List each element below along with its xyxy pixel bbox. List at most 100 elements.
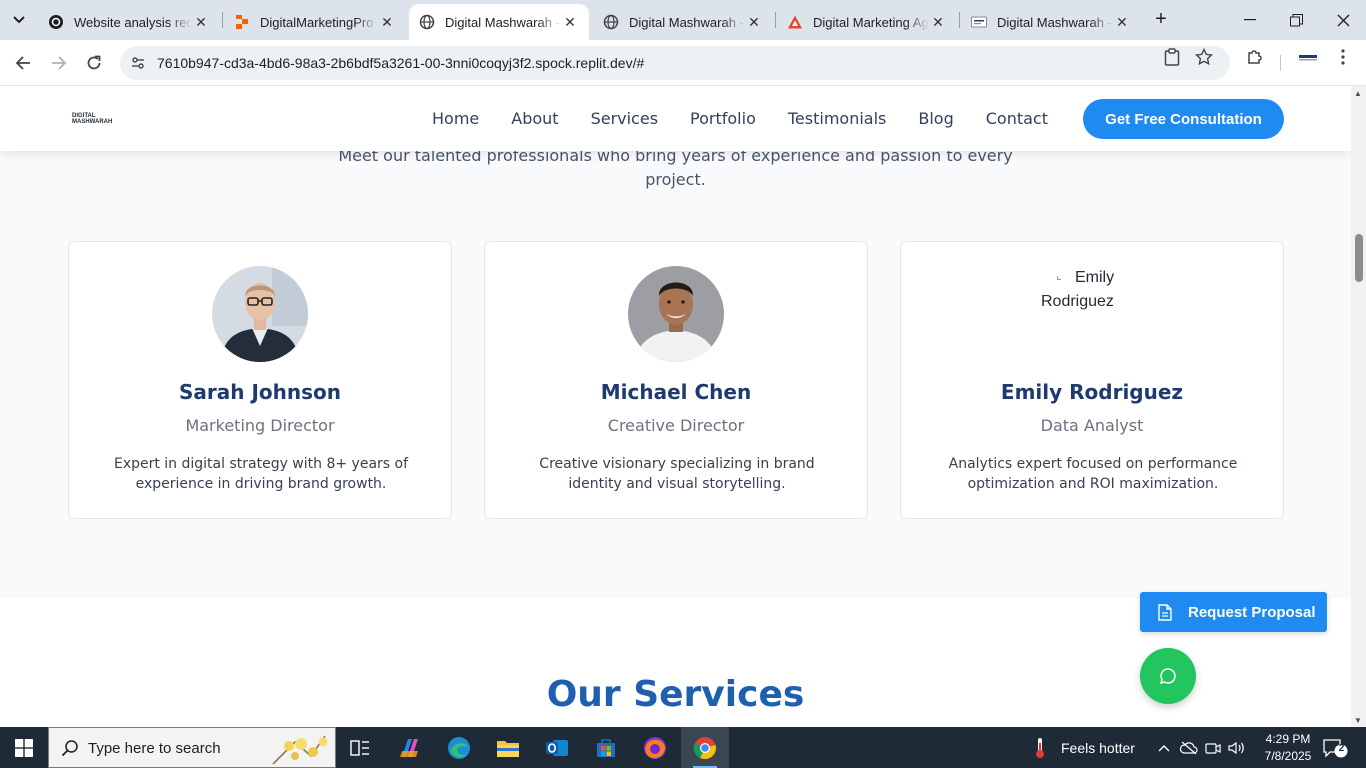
tab-title: Digital Mashwarah - l: [629, 14, 745, 30]
broken-image-alt: Emily Rodriguez: [1041, 266, 1143, 314]
close-icon[interactable]: ✕: [745, 13, 763, 31]
scroll-down-arrow-icon[interactable]: ▼: [1354, 716, 1362, 725]
team-intro-paragraph: Meet our talented professionals who brin…: [338, 146, 1013, 189]
weather-text[interactable]: Feels hotter: [1061, 740, 1135, 756]
nav-home[interactable]: Home: [432, 106, 479, 132]
team-member-name: Emily Rodriguez: [1000, 380, 1184, 404]
image-alt-text: Emily Rodriguez: [1041, 269, 1115, 310]
tab-title: Digital Mashwarah – l: [997, 14, 1113, 30]
chat-bubble-icon: [1159, 668, 1176, 685]
get-free-consultation-button[interactable]: Get Free Consultation: [1083, 99, 1284, 139]
request-proposal-label: Request Proposal: [1188, 603, 1316, 621]
browser-tab[interactable]: Digital Mashwarah - l ✕: [593, 4, 773, 40]
globe-icon: [419, 14, 435, 30]
window-close-icon[interactable]: [1320, 0, 1366, 40]
browser-tab-strip: Website analysis requ ✕ DigitalMarketing…: [0, 0, 1366, 40]
restore-icon[interactable]: [1273, 0, 1319, 40]
scroll-thumb[interactable]: [1355, 234, 1363, 282]
close-icon[interactable]: ✕: [1113, 13, 1131, 31]
nav-blog[interactable]: Blog: [918, 106, 953, 132]
site-settings-icon[interactable]: [128, 53, 148, 73]
scroll-up-arrow-icon[interactable]: ▲: [1354, 89, 1362, 98]
tab-title: Website analysis requ: [74, 14, 192, 30]
page-scrollbar[interactable]: ▲ ▼: [1351, 86, 1366, 727]
new-tab-plus-icon[interactable]: +: [1150, 9, 1172, 31]
browser-tab-active[interactable]: Digital Mashwarah - l ✕: [409, 4, 589, 40]
team-member-photo: [212, 266, 308, 362]
windows-start-icon[interactable]: [0, 727, 48, 768]
windows-taskbar: Type here to search Feels hotter 4:29 PM…: [0, 727, 1366, 768]
broken-image-icon: [1057, 275, 1061, 280]
openai-icon: [48, 14, 64, 30]
team-member-name: Michael Chen: [600, 380, 752, 404]
browser-tab[interactable]: Digital Marketing Ag ✕: [777, 4, 957, 40]
team-intro-text: Meet our talented professionals who brin…: [0, 144, 1351, 192]
nav-testimonials[interactable]: Testimonials: [788, 106, 887, 132]
team-card: Sarah Johnson Marketing Director Expert …: [68, 241, 452, 519]
site-logo[interactable]: DIGITAL MASHWARAH: [70, 112, 112, 126]
microsoft-store-icon[interactable]: [582, 727, 630, 768]
taskbar-clock[interactable]: 4:29 PM 7/8/2025: [1256, 731, 1320, 765]
nav-about[interactable]: About: [511, 106, 558, 132]
chat-button[interactable]: [1140, 648, 1196, 704]
chrome-icon[interactable]: [681, 727, 729, 768]
meet-now-camera-icon[interactable]: [1204, 739, 1222, 757]
close-icon[interactable]: ✕: [192, 13, 210, 31]
tab-title: Digital Mashwarah - l: [445, 14, 561, 30]
browser-tab[interactable]: Website analysis requ ✕: [38, 4, 220, 40]
site-logo-icon: [971, 14, 987, 30]
task-view-icon[interactable]: [336, 727, 384, 768]
nav-portfolio[interactable]: Portfolio: [690, 106, 756, 132]
browser-menu-icon[interactable]: [1333, 47, 1353, 67]
globe-icon: [603, 14, 619, 30]
close-icon[interactable]: ✕: [378, 13, 396, 31]
notification-center-icon[interactable]: 2: [1322, 738, 1348, 758]
browser-tab[interactable]: DigitalMarketingPro - ✕: [224, 4, 406, 40]
team-member-bio: Analytics expert focused on performance …: [948, 456, 1238, 492]
notification-count-badge: 2: [1338, 743, 1345, 754]
outlook-icon[interactable]: [533, 727, 581, 768]
file-explorer-icon[interactable]: [484, 727, 532, 768]
volume-speaker-icon[interactable]: [1228, 739, 1246, 757]
bookmark-star-icon[interactable]: [1194, 47, 1214, 67]
show-hidden-icons-chevron-icon[interactable]: [1155, 739, 1173, 757]
address-bar[interactable]: 7610b947-cd3a-4bd6-98a3-2b6bdf5a3261-00-…: [120, 46, 1230, 80]
browser-tab[interactable]: Digital Mashwarah – l ✕: [961, 4, 1141, 40]
minimize-icon[interactable]: [1227, 0, 1273, 40]
back-arrow-icon[interactable]: [8, 48, 38, 78]
warning-icon: [787, 14, 803, 30]
thermometer-weather-icon[interactable]: [1032, 737, 1048, 759]
clock-date: 7/8/2025: [1264, 749, 1312, 763]
profile-avatar-icon[interactable]: [1296, 47, 1320, 67]
team-member-role: Marketing Director: [185, 416, 335, 435]
team-member-role: Data Analyst: [1040, 416, 1144, 435]
clock-time: 4:29 PM: [1265, 732, 1311, 746]
tab-divider: [775, 12, 776, 28]
url-text[interactable]: 7610b947-cd3a-4bd6-98a3-2b6bdf5a3261-00-…: [157, 55, 644, 71]
close-icon[interactable]: ✕: [929, 13, 947, 31]
main-nav: Home About Services Portfolio Testimonia…: [432, 106, 1080, 132]
edge-browser-icon[interactable]: [435, 727, 483, 768]
browser-toolbar: 7610b947-cd3a-4bd6-98a3-2b6bdf5a3261-00-…: [0, 40, 1366, 86]
chevron-down-icon: [13, 16, 25, 24]
toolbar-divider: [1280, 55, 1281, 71]
onedrive-offline-icon[interactable]: [1180, 739, 1198, 757]
clipboard-icon[interactable]: [1162, 47, 1182, 67]
forward-arrow-icon[interactable]: [44, 48, 74, 78]
tab-search-button[interactable]: [6, 8, 32, 32]
nav-contact[interactable]: Contact: [986, 106, 1048, 132]
nav-services[interactable]: Services: [591, 106, 658, 132]
extensions-puzzle-icon[interactable]: [1245, 47, 1265, 67]
copilot-icon[interactable]: [386, 727, 434, 768]
firefox-icon[interactable]: [631, 727, 679, 768]
tab-divider: [222, 12, 223, 28]
team-card: Michael Chen Creative Director Creative …: [484, 241, 868, 519]
tab-title: DigitalMarketingPro -: [260, 14, 378, 30]
reload-icon[interactable]: [79, 48, 109, 78]
search-icon: [61, 740, 78, 757]
taskbar-search-box[interactable]: Type here to search: [48, 727, 336, 768]
tab-divider: [959, 12, 960, 28]
request-proposal-button[interactable]: Request Proposal: [1140, 592, 1327, 632]
team-member-bio: Creative visionary specializing in brand…: [539, 456, 815, 492]
close-icon[interactable]: ✕: [561, 13, 579, 31]
